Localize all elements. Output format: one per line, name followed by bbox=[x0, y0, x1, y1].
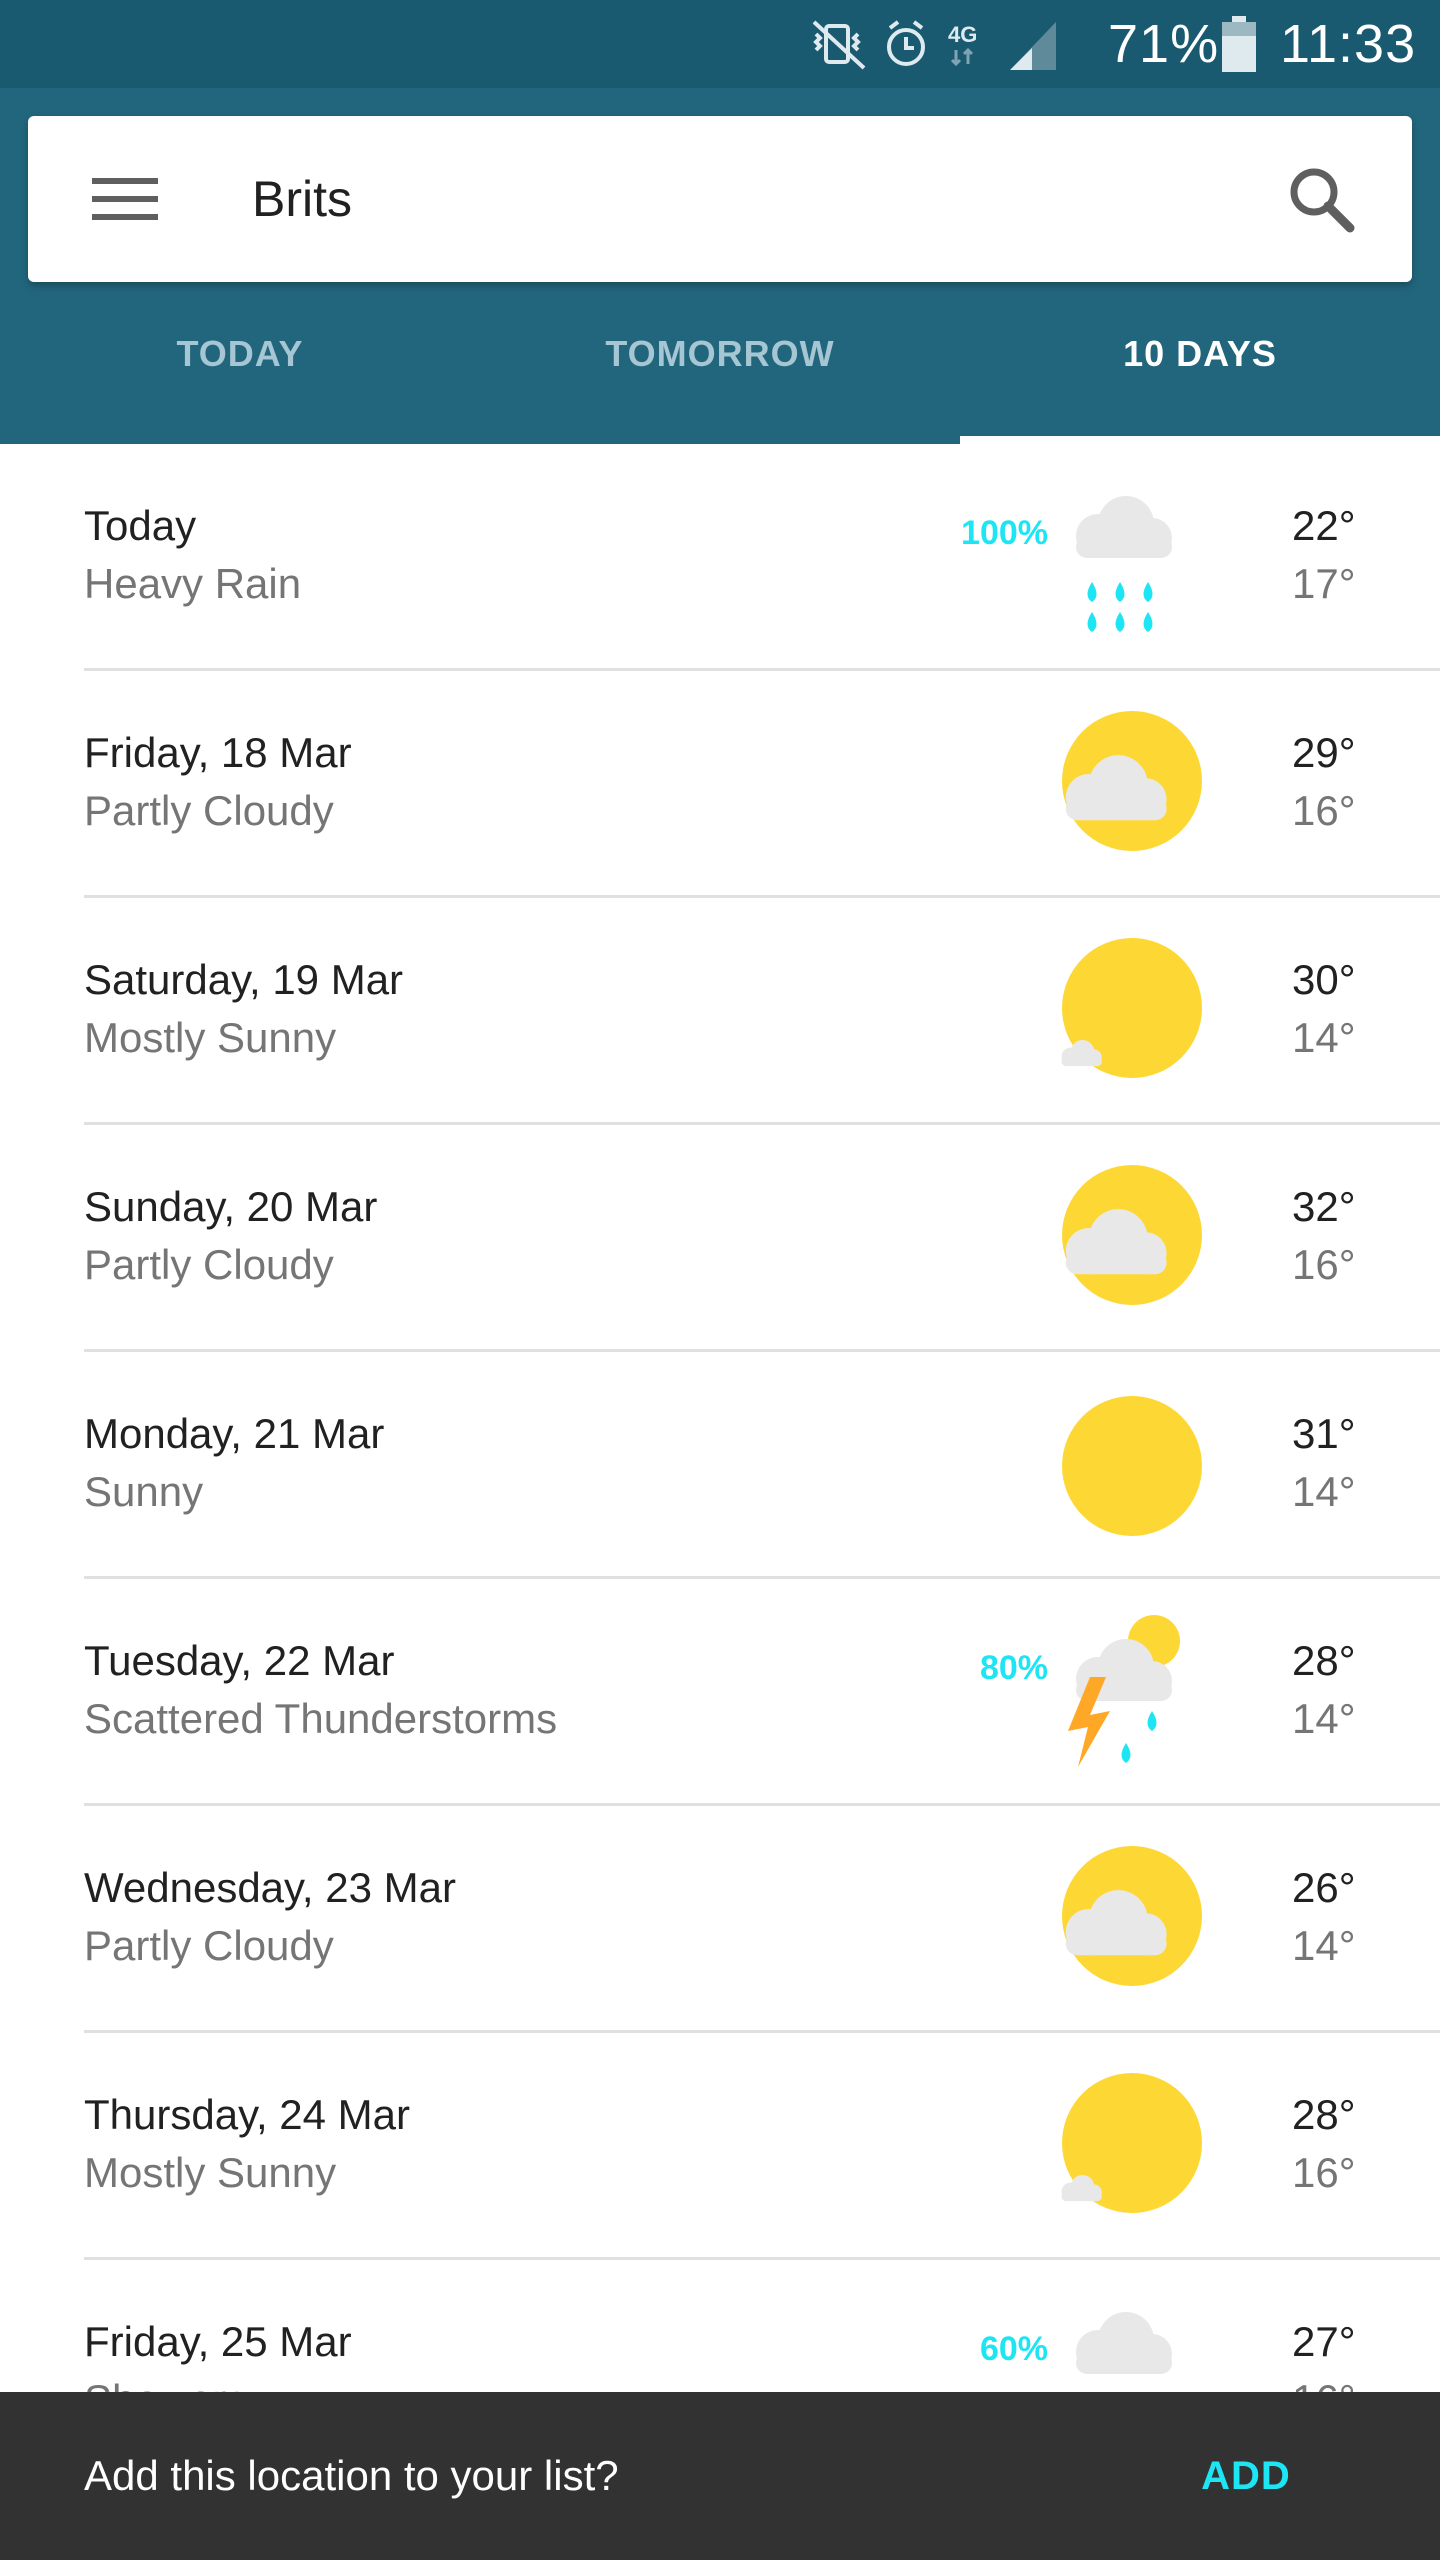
tab-10-days[interactable]: 10 DAYS bbox=[960, 324, 1440, 444]
partly-cloudy-icon bbox=[1062, 1846, 1202, 1986]
tab-indicator bbox=[960, 436, 1440, 444]
temp-high: 28° bbox=[1292, 1637, 1356, 1684]
temp-high: 30° bbox=[1292, 956, 1356, 1003]
status-icons: 4G bbox=[812, 20, 1056, 70]
precip-chance: 80% bbox=[979, 1649, 1048, 1687]
day-name: Friday, 25 Mar bbox=[84, 2318, 352, 2365]
signal-icon bbox=[1010, 22, 1056, 70]
temp-low: 14° bbox=[1292, 1014, 1356, 1061]
temp-low: 16° bbox=[1292, 2149, 1356, 2196]
forecast-row[interactable]: Thursday, 24 Mar Mostly Sunny 28° 16° bbox=[0, 2033, 1440, 2260]
svg-text:4G: 4G bbox=[948, 22, 977, 47]
day-name: Wednesday, 23 Mar bbox=[84, 1864, 456, 1911]
tab-tomorrow[interactable]: TOMORROW bbox=[480, 324, 960, 444]
day-condition: Mostly Sunny bbox=[84, 1014, 337, 1061]
temp-low: 16° bbox=[1292, 1241, 1356, 1288]
temp-low: 16° bbox=[1292, 2374, 1356, 2392]
vibrate-mute-icon bbox=[812, 20, 866, 70]
mostly-sunny-icon bbox=[1061, 938, 1202, 1078]
clock-time: 11:33 bbox=[1280, 14, 1417, 74]
forecast-row[interactable]: Sunday, 20 Mar Partly Cloudy 32° 16° bbox=[0, 1125, 1440, 1352]
temp-low: 14° bbox=[1292, 1468, 1356, 1515]
battery-icon bbox=[1222, 16, 1256, 72]
temp-high: 28° bbox=[1292, 2091, 1356, 2138]
forecast-row[interactable]: Tuesday, 22 Mar Scattered Thunderstorms 80… bbox=[0, 1579, 1440, 1806]
precip-chance: 100% bbox=[961, 514, 1048, 552]
heavy-rain-icon bbox=[1076, 496, 1172, 632]
menu-icon[interactable] bbox=[92, 168, 158, 230]
precip-chance: 60% bbox=[979, 2330, 1048, 2368]
temp-high: 27° bbox=[1292, 2318, 1356, 2365]
day-condition: Heavy Rain bbox=[84, 560, 302, 607]
forecast-row[interactable]: Friday, 18 Mar Partly Cloudy 29° 16° bbox=[0, 671, 1440, 898]
temp-high: 31° bbox=[1292, 1410, 1356, 1457]
forecast-row[interactable]: Today Heavy Rain 100% 22° 17° bbox=[0, 444, 1440, 671]
day-name: Sunday, 20 Mar bbox=[84, 1183, 378, 1230]
day-condition: Partly Cloudy bbox=[84, 1922, 334, 1969]
temp-high: 29° bbox=[1292, 729, 1356, 776]
snackbar: Add this location to your list? ADD bbox=[0, 2392, 1440, 2560]
battery-percent: 71% bbox=[1108, 14, 1220, 74]
temp-low: 17° bbox=[1292, 560, 1356, 607]
day-name: Today bbox=[84, 502, 197, 549]
temp-high: 26° bbox=[1292, 1864, 1356, 1911]
network-4g-icon: 4G bbox=[948, 22, 977, 67]
day-name: Saturday, 19 Mar bbox=[84, 956, 404, 1003]
scattered-thunderstorms-icon bbox=[1068, 1615, 1180, 1767]
day-condition: Scattered Thunderstorms bbox=[84, 1695, 558, 1742]
temp-low: 14° bbox=[1292, 1695, 1356, 1742]
tab-bar: TODAY TOMORROW 10 DAYS bbox=[0, 324, 1440, 444]
day-name: Tuesday, 22 Mar bbox=[84, 1637, 395, 1684]
partly-cloudy-icon bbox=[1062, 1165, 1202, 1305]
forecast-row[interactable]: Saturday, 19 Mar Mostly Sunny 30° 14° bbox=[0, 898, 1440, 1125]
alarm-icon bbox=[887, 20, 925, 66]
forecast-row[interactable]: Wednesday, 23 Mar Partly Cloudy 26° 14° bbox=[0, 1806, 1440, 2033]
status-bar: 4G 71% 11:33 bbox=[0, 0, 1440, 88]
mostly-sunny-icon bbox=[1061, 2073, 1202, 2213]
partly-cloudy-icon bbox=[1062, 711, 1202, 851]
showers-icon bbox=[1076, 2312, 1172, 2374]
tab-today[interactable]: TODAY bbox=[0, 324, 480, 444]
day-condition: Showers bbox=[84, 2374, 247, 2392]
forecast-row[interactable]: Monday, 21 Mar Sunny 31° 14° bbox=[0, 1352, 1440, 1579]
day-condition: Partly Cloudy bbox=[84, 1241, 334, 1288]
temp-low: 14° bbox=[1292, 1922, 1356, 1969]
forecast-list[interactable]: Today Heavy Rain 100% 22° 17° Friday, 18 Mar P… bbox=[0, 444, 1440, 2392]
search-icon[interactable] bbox=[1282, 160, 1362, 240]
temp-low: 16° bbox=[1292, 787, 1356, 834]
day-name: Monday, 21 Mar bbox=[84, 1410, 385, 1457]
temp-high: 32° bbox=[1292, 1183, 1356, 1230]
snackbar-message: Add this location to your list? bbox=[84, 2452, 619, 2499]
day-condition: Mostly Sunny bbox=[84, 2149, 337, 2196]
day-condition: Sunny bbox=[84, 1468, 204, 1515]
location-name[interactable]: Brits bbox=[252, 168, 352, 230]
temp-high: 22° bbox=[1292, 502, 1356, 549]
day-condition: Partly Cloudy bbox=[84, 787, 334, 834]
day-name: Thursday, 24 Mar bbox=[84, 2091, 411, 2138]
search-card[interactable]: Brits bbox=[28, 116, 1412, 282]
app-bar: Brits TODAY TOMORROW 10 DAYS bbox=[0, 88, 1440, 444]
forecast-row[interactable]: Friday, 25 Mar Showers 60% 27° 16° bbox=[0, 2260, 1440, 2392]
sunny-icon bbox=[1062, 1396, 1202, 1536]
add-location-button[interactable]: ADD bbox=[1180, 2440, 1312, 2512]
day-name: Friday, 18 Mar bbox=[84, 729, 352, 776]
